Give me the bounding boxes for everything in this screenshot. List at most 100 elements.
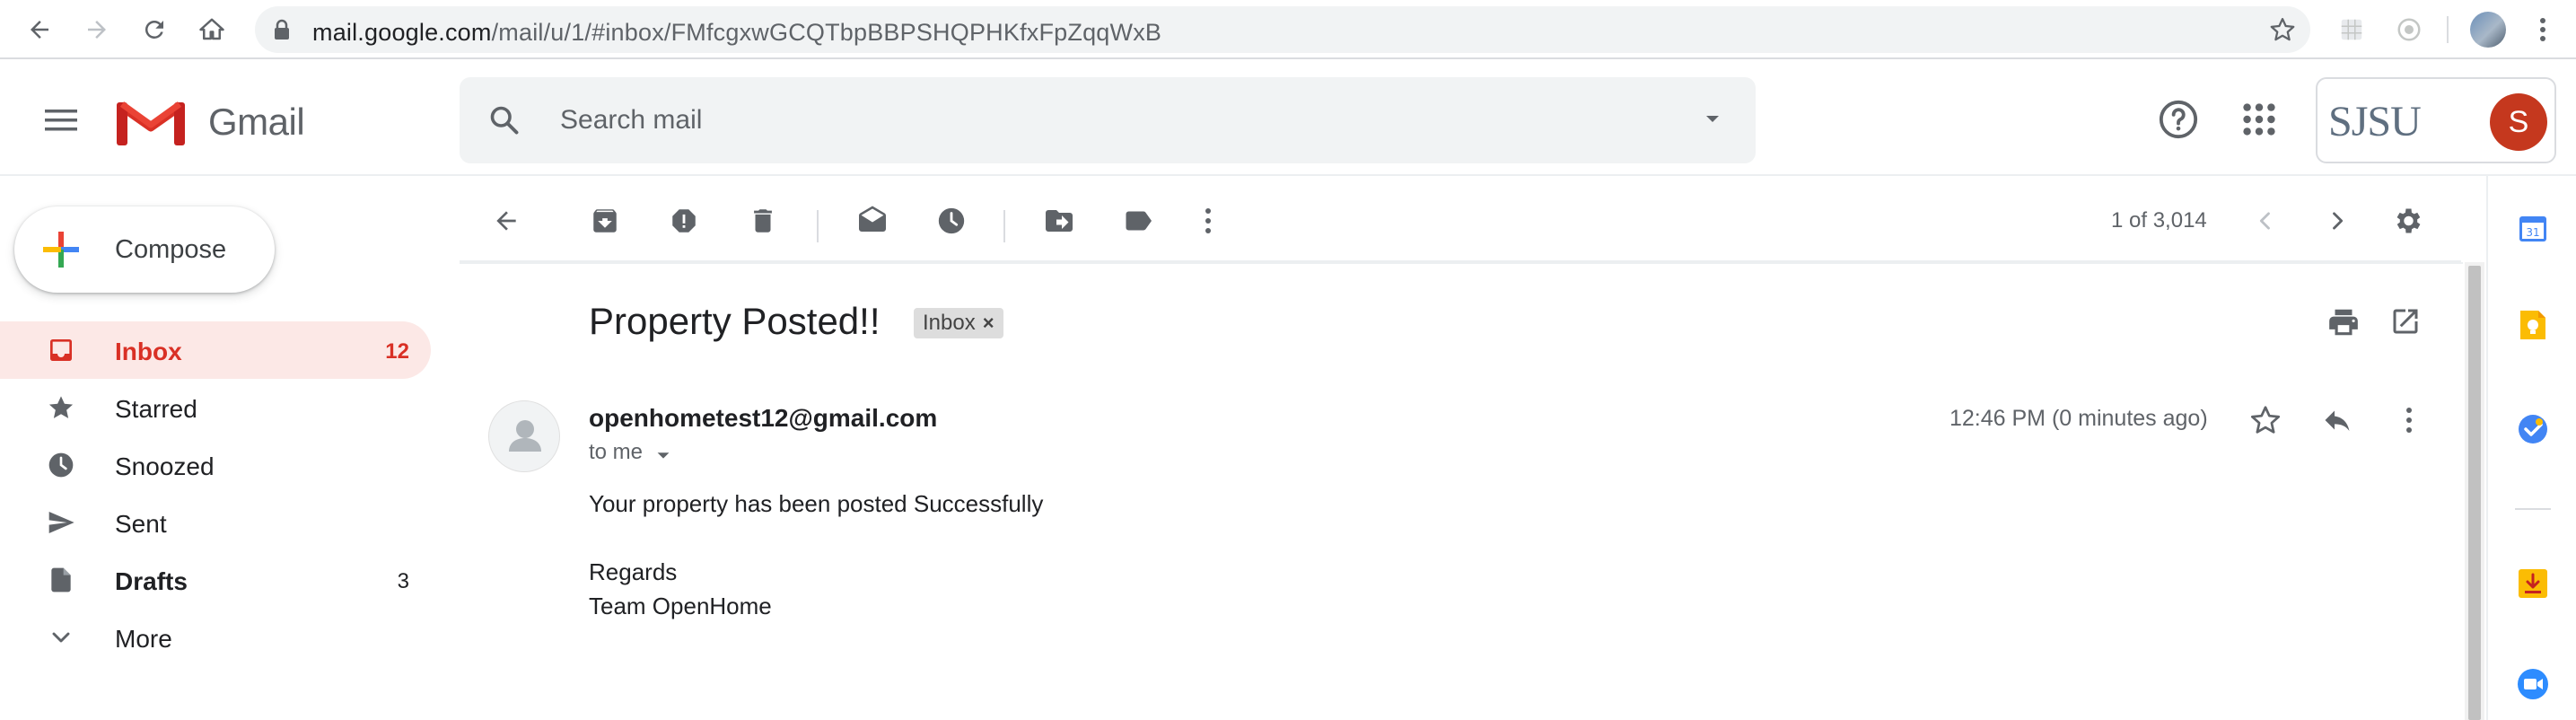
more-vertical-icon (1205, 207, 1212, 234)
search-bar[interactable] (460, 77, 1756, 163)
account-avatar[interactable]: S (2490, 93, 2547, 151)
labels-button[interactable] (1118, 201, 1158, 241)
account-switcher[interactable]: SJSU S (2316, 77, 2556, 163)
browser-toolbar: mail.google.com/mail/u/1/#inbox/FMfcgxwG… (0, 0, 2576, 59)
label-chip-text[interactable]: Inbox (923, 311, 976, 336)
label-tag-icon (1122, 205, 1154, 237)
mark-unread-button[interactable] (853, 201, 892, 241)
zoom-addon-button[interactable] (2508, 659, 2558, 709)
tasks-addon-button[interactable] (2508, 404, 2558, 454)
email-subject: Property Posted!! (589, 300, 881, 342)
back-to-inbox-button[interactable] (486, 201, 526, 241)
bookmark-star-icon[interactable] (2269, 16, 2296, 43)
side-panel: 31 (2486, 176, 2576, 720)
sender-email[interactable]: openhometest12@gmail.com (589, 404, 937, 433)
search-icon[interactable] (488, 104, 521, 136)
draft-icon (47, 566, 75, 594)
snooze-button[interactable] (932, 201, 971, 241)
open-in-new-window-icon[interactable] (2389, 305, 2422, 338)
clock-icon (47, 451, 75, 479)
email-timestamp: 12:46 PM (0 minutes ago) (1950, 406, 2208, 431)
extension-target-icon (2396, 16, 2423, 43)
chevron-down-icon (47, 623, 75, 652)
zoom-video-icon (2516, 667, 2550, 701)
trash-icon (748, 206, 778, 236)
download-addon-button[interactable] (2508, 558, 2558, 609)
message-scrollbar[interactable] (2465, 262, 2484, 720)
more-vertical-icon (2405, 407, 2413, 434)
calendar-addon-button[interactable]: 31 (2508, 203, 2558, 253)
compose-plus-icon (39, 228, 83, 271)
address-bar[interactable]: mail.google.com/mail/u/1/#inbox/FMfcgxwG… (255, 6, 2310, 53)
sender-avatar (488, 400, 560, 472)
star-message-button[interactable] (2244, 399, 2287, 442)
url-text: mail.google.com/mail/u/1/#inbox/FMfcgxwG… (312, 19, 1161, 47)
gear-icon (2391, 205, 2423, 237)
archive-icon (590, 206, 620, 236)
search-options-caret-icon[interactable] (1702, 108, 1723, 129)
mail-open-icon (856, 205, 889, 237)
sidebar-item-label: More (115, 625, 172, 653)
extension-grid-icon (2338, 16, 2365, 43)
toolbar-divider (817, 210, 819, 242)
archive-button[interactable] (585, 201, 625, 241)
svg-text:31: 31 (2526, 226, 2539, 239)
gmail-logo-icon[interactable] (117, 95, 185, 145)
extension-button[interactable] (2391, 12, 2427, 48)
side-panel-divider (2515, 508, 2551, 510)
sidebar-item-label: Inbox (115, 338, 182, 365)
remove-label-icon[interactable]: × (983, 312, 994, 335)
email-body-line: Team OpenHome (589, 593, 772, 619)
reload-button[interactable] (136, 12, 172, 48)
browser-profile-avatar[interactable] (2470, 12, 2506, 48)
forward-button[interactable] (79, 12, 115, 48)
report-spam-button[interactable] (664, 201, 704, 241)
toolbar-divider (460, 262, 2463, 264)
back-button[interactable] (22, 12, 57, 48)
message-more-button[interactable] (2388, 399, 2431, 442)
keep-addon-button[interactable] (2508, 300, 2558, 350)
spam-alert-icon (669, 206, 699, 236)
print-icon[interactable] (2326, 305, 2361, 339)
star-icon (47, 393, 75, 422)
scrollbar-thumb[interactable] (2468, 266, 2481, 720)
arrow-left-icon (26, 16, 53, 43)
arrow-right-icon (83, 16, 110, 43)
recipient-details-caret-icon[interactable] (653, 445, 673, 465)
google-apps-icon[interactable] (2239, 99, 2280, 140)
recipient-text: to me (589, 440, 644, 464)
home-button[interactable] (194, 12, 230, 48)
calendar-icon: 31 (2517, 212, 2549, 244)
older-button[interactable] (2318, 201, 2357, 241)
sidebar-item-label: Drafts (115, 567, 188, 595)
help-icon[interactable] (2158, 99, 2199, 140)
newer-button[interactable] (2246, 201, 2285, 241)
sidebar-item-snoozed[interactable]: Snoozed (0, 436, 431, 494)
compose-button[interactable]: Compose (14, 206, 275, 293)
sidebar-item-drafts[interactable]: Drafts 3 (0, 551, 431, 609)
arrow-left-icon (492, 206, 521, 235)
gmail-header: Gmail SJSU S (0, 61, 2576, 176)
send-icon (47, 508, 75, 537)
browser-menu-button[interactable] (2529, 12, 2556, 48)
url-host: mail.google.com (312, 19, 492, 46)
main-menu-button[interactable] (39, 99, 83, 142)
sidebar-item-more[interactable]: More (0, 609, 431, 666)
move-to-button[interactable] (1039, 201, 1079, 241)
reply-button[interactable] (2316, 399, 2359, 442)
delete-button[interactable] (743, 201, 783, 241)
move-to-folder-icon (1043, 205, 1075, 237)
download-tray-icon (2516, 566, 2550, 601)
extension-button[interactable] (2334, 12, 2370, 48)
settings-button[interactable] (2388, 201, 2427, 241)
tasks-check-icon (2516, 412, 2550, 446)
more-actions-button[interactable] (1188, 201, 1228, 241)
hamburger-menu-icon (45, 108, 77, 133)
sidebar-item-inbox[interactable]: Inbox 12 (0, 321, 431, 379)
app-name[interactable]: Gmail (208, 101, 305, 144)
sidebar-item-sent[interactable]: Sent (0, 494, 431, 551)
inbox-label-chip: Inbox × (914, 308, 1003, 338)
sidebar-item-starred[interactable]: Starred (0, 379, 431, 436)
home-icon (198, 16, 225, 43)
search-input[interactable] (560, 101, 1619, 140)
